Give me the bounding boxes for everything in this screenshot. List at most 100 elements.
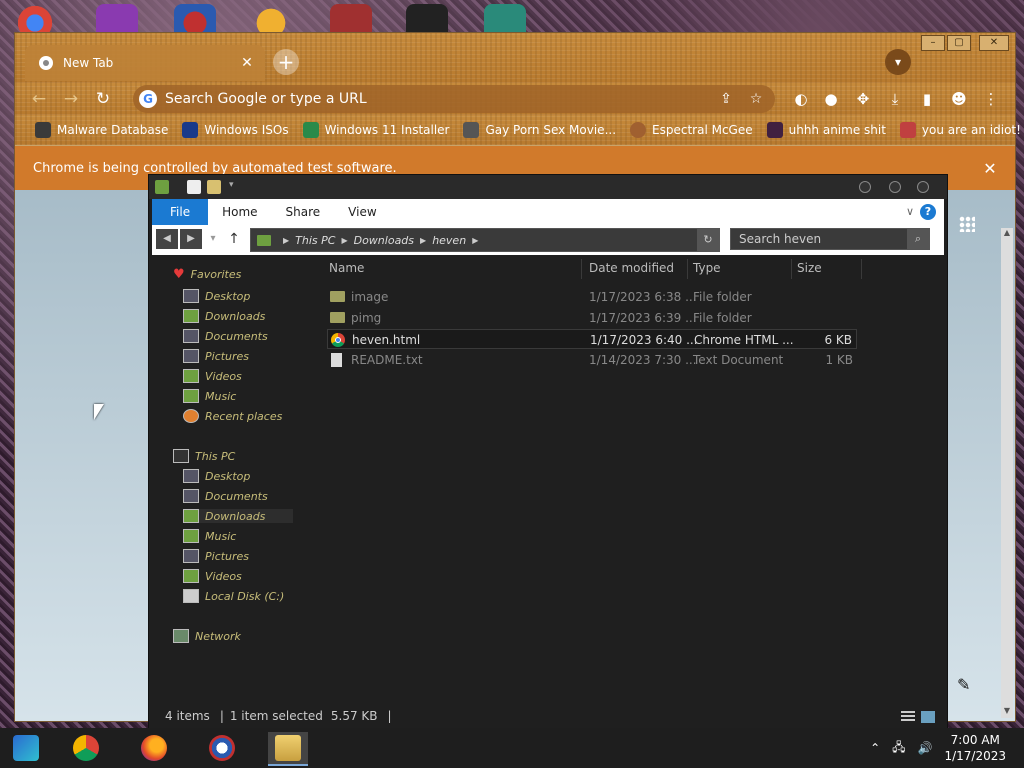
profile-icon[interactable]: ☻ — [949, 89, 969, 109]
tab-share[interactable]: Share — [272, 199, 335, 225]
network-icon[interactable]: 🖧 — [892, 738, 905, 759]
bookmark-item[interactable]: Windows 11 Installer — [302, 122, 449, 138]
infobar-close-icon[interactable]: ✕ — [975, 159, 1005, 178]
file-explorer-icon — [275, 735, 301, 761]
nav-item-videos[interactable]: Videos — [183, 369, 242, 383]
nav-item-recent-places[interactable]: Recent places — [183, 409, 282, 423]
breadcrumb-chevron-icon[interactable]: ▶ — [472, 236, 478, 245]
menu-kebab-icon[interactable]: ⋮ — [981, 89, 1001, 109]
properties-icon[interactable] — [187, 180, 201, 194]
breadcrumb-downloads[interactable]: Downloads — [354, 234, 414, 247]
clock[interactable]: 7:00 AM 1/17/2023 — [944, 732, 1006, 764]
omnibox[interactable]: G Search Google or type a URL ⇪ ☆ — [133, 85, 775, 113]
maximize-button[interactable]: ▢ — [947, 35, 971, 51]
bookmark-item[interactable]: uhhh anime shit — [766, 122, 886, 138]
column-header-type[interactable]: Type — [693, 261, 721, 275]
file-row[interactable]: heven.html 1/17/2023 6:40 ... Chrome HTM… — [327, 329, 857, 349]
bookmark-star-icon[interactable]: ☆ — [745, 91, 767, 107]
customize-pencil-icon[interactable]: ✎ — [957, 675, 975, 694]
minimize-button[interactable] — [859, 181, 871, 193]
volume-icon[interactable]: 🔊 — [918, 741, 933, 755]
extensions-puzzle-icon[interactable]: ✥ — [853, 89, 873, 109]
share-icon[interactable]: ⇪ — [715, 91, 737, 107]
search-icon[interactable]: ⌕ — [907, 229, 929, 249]
search-input[interactable]: Search heven ⌕ — [730, 228, 930, 250]
reload-button[interactable]: ↻ — [91, 87, 115, 111]
close-window-button[interactable]: ✕ — [979, 35, 1009, 51]
close-window-button[interactable] — [917, 181, 929, 193]
show-hidden-icons-icon[interactable]: ⌃ — [870, 741, 880, 755]
nav-network[interactable]: Network — [173, 629, 241, 643]
scroll-down-icon[interactable]: ▼ — [1001, 706, 1013, 718]
address-bar[interactable]: ▶ This PC ▶ Downloads ▶ heven ▶ ↻ — [250, 228, 720, 252]
maximize-button[interactable] — [889, 181, 901, 193]
minimize-button[interactable]: – — [921, 35, 945, 51]
details-view-icon[interactable] — [901, 711, 915, 723]
tab-close-icon[interactable]: ✕ — [239, 55, 255, 71]
refresh-icon[interactable]: ↻ — [697, 229, 719, 251]
taskbar-chrome[interactable] — [66, 732, 106, 764]
breadcrumb-chevron-icon[interactable]: ▶ — [341, 236, 347, 245]
file-type: File folder — [693, 311, 752, 325]
new-folder-icon[interactable] — [207, 180, 221, 194]
help-icon[interactable]: ? — [920, 204, 936, 220]
breadcrumb-chevron-icon[interactable]: ▶ — [283, 236, 289, 245]
nav-item-pictures[interactable]: Pictures — [183, 549, 249, 563]
nav-item-desktop[interactable]: Desktop — [183, 289, 250, 303]
bookmark-item[interactable]: Malware Database — [35, 122, 168, 138]
customize-qat-icon[interactable]: ▾ — [229, 180, 243, 194]
nav-item-downloads[interactable]: Downloads — [183, 309, 265, 323]
taskbar-firefox[interactable] — [134, 732, 174, 764]
recent-locations-icon[interactable]: ▾ — [206, 229, 220, 249]
column-header-name[interactable]: Name — [329, 261, 364, 275]
taskbar: ⌃ 🖧 🔊 7:00 AM 1/17/2023 — [0, 728, 1024, 768]
new-tab-button[interactable]: + — [273, 49, 299, 75]
file-row[interactable]: image 1/17/2023 6:38 ... File folder — [327, 287, 857, 307]
side-panel-icon[interactable]: ▮ — [917, 89, 937, 109]
large-icons-view-icon[interactable] — [921, 711, 935, 723]
nav-item-pictures[interactable]: Pictures — [183, 349, 249, 363]
nav-item-documents[interactable]: Documents — [183, 489, 268, 503]
nav-item-documents[interactable]: Documents — [183, 329, 268, 343]
page-scrollbar[interactable]: ▲ ▼ — [1001, 228, 1013, 718]
scroll-up-icon[interactable]: ▲ — [1001, 228, 1013, 240]
breadcrumb-this-pc[interactable]: This PC — [295, 234, 335, 247]
documents-icon — [183, 329, 199, 343]
apps-grid-icon[interactable] — [959, 216, 975, 232]
tab-new-tab[interactable]: New Tab ✕ — [25, 45, 265, 81]
tab-home[interactable]: Home — [208, 199, 271, 225]
column-header-date[interactable]: Date modified — [589, 261, 674, 275]
nav-this-pc[interactable]: This PC — [173, 449, 235, 463]
forward-button[interactable]: ▶ — [180, 229, 202, 249]
tab-search-button[interactable]: ▾ — [885, 49, 911, 75]
breadcrumb-heven[interactable]: heven — [432, 234, 466, 247]
nav-item-desktop[interactable]: Desktop — [183, 469, 250, 483]
forward-button[interactable]: → — [59, 87, 83, 111]
back-button[interactable]: ◀ — [156, 229, 178, 249]
taskbar-file-explorer[interactable] — [268, 732, 308, 766]
breadcrumb-chevron-icon[interactable]: ▶ — [420, 236, 426, 245]
file-row[interactable]: pimg 1/17/2023 6:39 ... File folder — [327, 308, 857, 328]
extension-icon[interactable]: ◐ — [791, 89, 811, 109]
nav-favorites[interactable]: ♥ Favorites — [173, 267, 241, 282]
back-button[interactable]: ← — [27, 87, 51, 111]
nav-item-local-disk[interactable]: Local Disk (C:) — [183, 589, 284, 603]
file-row[interactable]: README.txt 1/14/2023 7:30 ... Text Docum… — [327, 350, 857, 370]
taskbar-app[interactable] — [6, 732, 46, 764]
up-button[interactable]: ↑ — [224, 229, 244, 249]
expand-ribbon-icon[interactable]: ∨ — [900, 199, 920, 225]
nav-item-music[interactable]: Music — [183, 389, 236, 403]
extension-avatar-icon[interactable]: ● — [821, 89, 841, 109]
bookmark-item[interactable]: Espectral McGee — [630, 122, 753, 138]
download-icon[interactable]: ⤓ — [885, 89, 905, 109]
nav-item-music[interactable]: Music — [183, 529, 236, 543]
bookmark-item[interactable]: Gay Porn Sex Movie... — [463, 122, 616, 138]
nav-item-downloads[interactable]: Downloads — [183, 509, 293, 523]
taskbar-app[interactable] — [202, 732, 242, 764]
tab-file[interactable]: File — [152, 199, 209, 225]
bookmark-item[interactable]: you are an idiot! — [899, 122, 1021, 138]
column-header-size[interactable]: Size — [797, 261, 822, 275]
tab-view[interactable]: View — [334, 199, 390, 225]
nav-item-videos[interactable]: Videos — [183, 569, 242, 583]
bookmark-item[interactable]: Windows ISOs — [182, 122, 289, 138]
